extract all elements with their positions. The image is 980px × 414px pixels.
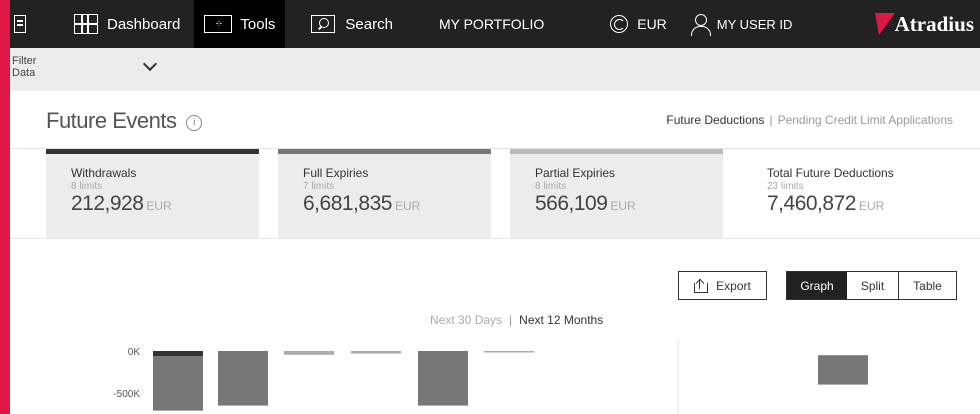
currency-icon [610, 15, 629, 33]
nav-portfolio[interactable]: MY PORTFOLIO [439, 0, 544, 48]
chart-bar-full-expiries [153, 356, 203, 411]
currency-selector[interactable]: EUR [610, 0, 667, 48]
nav-dashboard[interactable]: Dashboard [74, 0, 180, 48]
export-button[interactable]: Export [678, 271, 767, 300]
card-partial-expiries[interactable]: Partial Expiries 8 limits 566,109 EUR [510, 149, 723, 238]
future-deductions-chart: 0K -500K [113, 339, 868, 414]
filter-data-label: Filter Data [12, 55, 37, 79]
user-label: MY USER ID [716, 16, 793, 32]
card-value: 566,109 EUR [535, 192, 723, 216]
card-currency: EUR [394, 199, 421, 213]
card-name: Partial Expiries [535, 166, 616, 180]
card-amount: 212,928 [71, 192, 144, 215]
card-name: Full Expiries [303, 166, 369, 180]
card-currency: EUR [858, 199, 885, 213]
card-limits: 8 limits [71, 181, 103, 192]
table-button[interactable]: Table [899, 272, 956, 299]
range-next-12-months[interactable]: Next 12 Months [519, 313, 603, 327]
divider [10, 238, 980, 239]
card-value: 6,681,835 EUR [303, 192, 491, 216]
chart-bar-withdrawals [153, 351, 203, 357]
card-full-expiries[interactable]: Full Expiries 7 limits 6,681,835 EUR [278, 149, 491, 238]
page-title: Future Events i [46, 108, 203, 134]
view-toggle: Graph Split Table [786, 271, 957, 300]
split-chart-bar [818, 355, 868, 385]
export-label: Export [716, 278, 751, 293]
range-next-30-days[interactable]: Next 30 Days [430, 313, 502, 327]
main-content: Future Events i Future Deductions | Pendin… [10, 91, 980, 414]
chart-bar-partial-expiries [484, 351, 534, 353]
chevron-down-icon[interactable] [142, 56, 158, 72]
page-title-text: Future Events [46, 108, 177, 133]
card-limits: 8 limits [535, 181, 567, 192]
range-selector: Next 30 Days | Next 12 Months [430, 313, 603, 327]
user-icon [690, 14, 711, 36]
range-separator: | [509, 313, 513, 327]
menu-icon[interactable] [14, 15, 26, 33]
card-limits: 7 limits [303, 181, 335, 192]
tools-icon: -:- [204, 15, 233, 33]
link-separator: | [769, 113, 773, 127]
grid-icon [74, 14, 98, 34]
nav-search[interactable]: Search [311, 0, 393, 48]
nav-search-label: Search [345, 15, 393, 33]
chart-bar-partial-expiries [284, 351, 334, 355]
nav-portfolio-label: MY PORTFOLIO [438, 16, 545, 32]
card-limits: 23 limits [767, 181, 804, 192]
link-pending-credit-limit-applications[interactable]: Pending Credit Limit Applications [778, 113, 953, 127]
top-navigation-bar: Dashboard -:- Tools Search MY PORTFOLIO … [10, 0, 980, 48]
card-total-future-deductions[interactable]: Total Future Deductions 23 limits 7,460,… [742, 149, 955, 238]
nav-tools[interactable]: -:- Tools [194, 0, 286, 48]
title-row: Future Events i Future Deductions | Pendin… [10, 91, 980, 148]
y-tick-label: -500K [113, 389, 140, 400]
export-icon [694, 278, 709, 293]
card-amount: 7,460,872 [767, 192, 856, 215]
currency-label: EUR [637, 16, 667, 32]
card-currency: EUR [146, 199, 172, 213]
chart-bar-full-expiries [218, 351, 268, 406]
card-amount: 566,109 [535, 192, 608, 215]
card-withdrawals[interactable]: Withdrawals 8 limits 212,928 EUR [46, 149, 259, 238]
card-currency: EUR [610, 199, 636, 213]
chart-bar-partial-expiries [351, 351, 401, 354]
search-icon [311, 15, 336, 33]
y-tick-label: 0K [128, 347, 141, 358]
filter-bar: Filter Data [10, 48, 980, 91]
card-amount: 6,681,835 [303, 192, 392, 215]
logo-text: Atradius [894, 11, 974, 36]
nav-tools-label: Tools [240, 15, 276, 33]
card-name: Withdrawals [71, 166, 137, 180]
split-button[interactable]: Split [847, 272, 899, 299]
card-value: 7,460,872 EUR [767, 192, 955, 216]
view-links: Future Deductions | Pending Credit Limit A… [666, 113, 953, 127]
user-menu[interactable]: MY USER ID [690, 0, 793, 48]
card-value: 212,928 EUR [71, 192, 259, 216]
link-future-deductions[interactable]: Future Deductions [666, 113, 764, 127]
info-icon[interactable]: i [186, 115, 203, 131]
card-name: Total Future Deductions [767, 166, 894, 180]
chart-bar-full-expiries [418, 351, 468, 406]
graph-button[interactable]: Graph [787, 272, 847, 299]
logo-mark-icon [866, 13, 895, 35]
nav-dashboard-label: Dashboard [107, 15, 181, 33]
atradius-logo[interactable]: Atradius [866, 0, 974, 48]
